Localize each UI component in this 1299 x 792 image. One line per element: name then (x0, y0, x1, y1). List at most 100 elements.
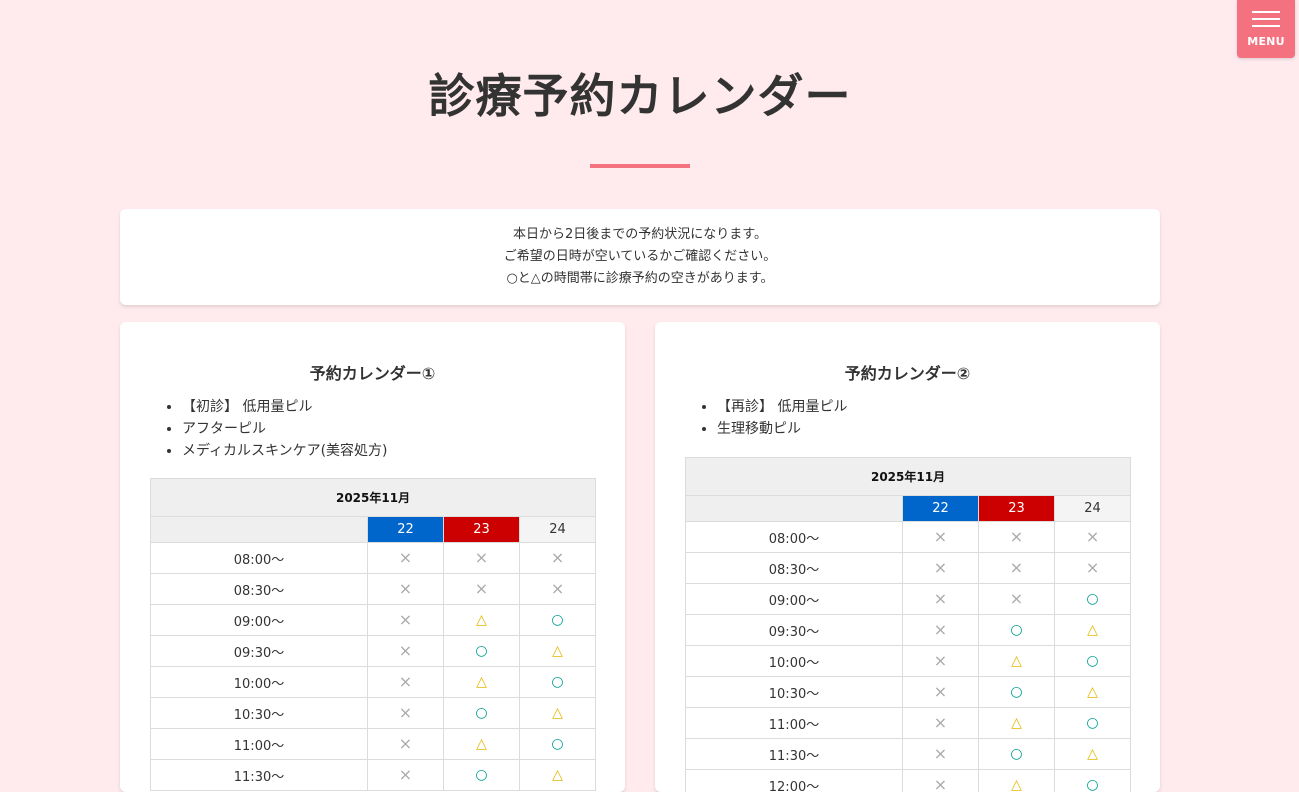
unavailable-mark: × (475, 550, 488, 566)
reservation-table: 2025年11月 22 23 24 08:00～×××08:30～×××09:0… (685, 457, 1131, 792)
time-slot-row: 09:00～×△○ (151, 605, 596, 636)
slot-cell[interactable]: ○ (1055, 708, 1131, 739)
time-slot-row: 10:00～×△○ (686, 646, 1131, 677)
available-mark: ○ (551, 737, 563, 751)
reservation-table: 2025年11月 22 23 24 08:00～×××08:30～×××09:0… (150, 478, 596, 791)
day-header-saturday: 22 (903, 496, 979, 522)
available-mark: ○ (475, 644, 487, 658)
unavailable-mark: × (934, 715, 947, 731)
unavailable-mark: × (1010, 529, 1023, 545)
slot-cell[interactable]: ○ (979, 615, 1055, 646)
slot-cell[interactable]: ○ (1055, 646, 1131, 677)
time-label: 11:30～ (151, 760, 368, 791)
unavailable-mark: × (399, 550, 412, 566)
unavailable-mark: × (399, 643, 412, 659)
notice-line: ○と△の時間帯に診療予約の空きがあります。 (120, 268, 1160, 290)
slot-cell[interactable]: △ (520, 698, 596, 729)
slot-cell[interactable]: ○ (979, 677, 1055, 708)
slot-cell[interactable]: △ (444, 605, 520, 636)
available-mark: ○ (551, 675, 563, 689)
slot-cell: × (1055, 522, 1131, 553)
time-label: 09:00～ (151, 605, 368, 636)
calendar-title: 予約カレンダー① (120, 360, 625, 384)
time-slot-row: 11:30～×○△ (151, 760, 596, 791)
time-slot-row: 10:00～×△○ (151, 667, 596, 698)
menu-label: MENU (1247, 35, 1284, 48)
time-label: 10:30～ (686, 677, 903, 708)
available-mark: ○ (475, 706, 487, 720)
treatment-item: 生理移動ピル (717, 418, 847, 440)
slot-cell: × (903, 646, 979, 677)
slot-cell[interactable]: △ (444, 729, 520, 760)
time-slot-row: 10:30～ × ○△ (686, 677, 1131, 708)
treatment-item: アフターピル (182, 418, 388, 440)
time-slot-row: 09:30～×○△ (686, 615, 1131, 646)
unavailable-mark: × (934, 622, 947, 638)
slot-cell[interactable]: △ (1055, 615, 1131, 646)
slot-cell: × (903, 522, 979, 553)
slot-cell: × (368, 760, 444, 791)
time-slot-row: 08:00～××× (151, 543, 596, 574)
limited-mark: △ (1011, 778, 1022, 792)
slot-cell: × (979, 553, 1055, 584)
time-slot-row: 09:30～ × ○ △ (151, 636, 596, 667)
unavailable-mark: × (1086, 560, 1099, 576)
day-header-sunday: 23 (444, 517, 520, 543)
treatment-item: メディカルスキンケア(美容処方) (182, 440, 388, 462)
slot-cell[interactable]: ○ (444, 760, 520, 791)
time-slot-row: 08:30～××× (686, 553, 1131, 584)
slot-cell: × (903, 677, 979, 708)
time-label: 09:00～ (686, 584, 903, 615)
menu-button[interactable]: MENU (1237, 0, 1295, 58)
slot-cell[interactable]: △ (979, 708, 1055, 739)
time-label: 10:00～ (151, 667, 368, 698)
available-mark: ○ (1010, 747, 1022, 761)
unavailable-mark: × (934, 777, 947, 792)
slot-cell: × (444, 543, 520, 574)
treatment-item: 【再診】 低用量ピル (717, 396, 847, 418)
unavailable-mark: × (475, 581, 488, 597)
unavailable-mark: × (1010, 591, 1023, 607)
slot-cell: × (903, 615, 979, 646)
limited-mark: △ (476, 675, 487, 689)
slot-cell[interactable]: ○ (1055, 584, 1131, 615)
slot-cell: × (368, 729, 444, 760)
slot-cell: × (368, 574, 444, 605)
calendar-card-2: 予約カレンダー② 【再診】 低用量ピル生理移動ピル 2025年11月 22 23… (655, 322, 1160, 792)
available-mark: ○ (1086, 654, 1098, 668)
time-column-header (686, 496, 903, 522)
limited-mark: △ (1011, 654, 1022, 668)
time-slot-row: 11:00～×△○ (151, 729, 596, 760)
slot-cell[interactable]: ○ (520, 729, 596, 760)
slot-cell[interactable]: ○ (520, 667, 596, 698)
unavailable-mark: × (1010, 560, 1023, 576)
slot-cell[interactable]: △ (520, 636, 596, 667)
notice-line: ご希望の日時が空いているかご確認ください。 (120, 246, 1160, 268)
slot-cell[interactable]: ○ (444, 636, 520, 667)
day-header-saturday: 22 (368, 517, 444, 543)
time-slot-row: 08:30～××× (151, 574, 596, 605)
unavailable-mark: × (934, 591, 947, 607)
slot-cell[interactable]: △ (520, 760, 596, 791)
slot-cell[interactable]: △ (1055, 739, 1131, 770)
slot-cell[interactable]: ○ (520, 605, 596, 636)
unavailable-mark: × (934, 653, 947, 669)
slot-cell[interactable]: △ (444, 667, 520, 698)
slot-cell[interactable]: △ (1055, 677, 1131, 708)
slot-cell[interactable]: △ (979, 646, 1055, 677)
slot-cell[interactable]: ○ (444, 698, 520, 729)
available-mark: ○ (551, 613, 563, 627)
slot-cell: × (368, 636, 444, 667)
available-mark: ○ (1086, 592, 1098, 606)
unavailable-mark: × (934, 684, 947, 700)
time-slot-row: 11:30～×○△ (686, 739, 1131, 770)
limited-mark: △ (1087, 623, 1098, 637)
calendar-card-1: 予約カレンダー① 【初診】 低用量ピルアフターピルメディカルスキンケア(美容処方… (120, 322, 625, 792)
unavailable-mark: × (399, 736, 412, 752)
slot-cell: × (520, 543, 596, 574)
day-header-weekday: 24 (520, 517, 596, 543)
slot-cell[interactable]: ○ (979, 739, 1055, 770)
time-label: 09:30～ (151, 636, 368, 667)
treatment-list: 【再診】 低用量ピル生理移動ピル (699, 396, 847, 440)
treatment-list: 【初診】 低用量ピルアフターピルメディカルスキンケア(美容処方) (164, 396, 388, 462)
